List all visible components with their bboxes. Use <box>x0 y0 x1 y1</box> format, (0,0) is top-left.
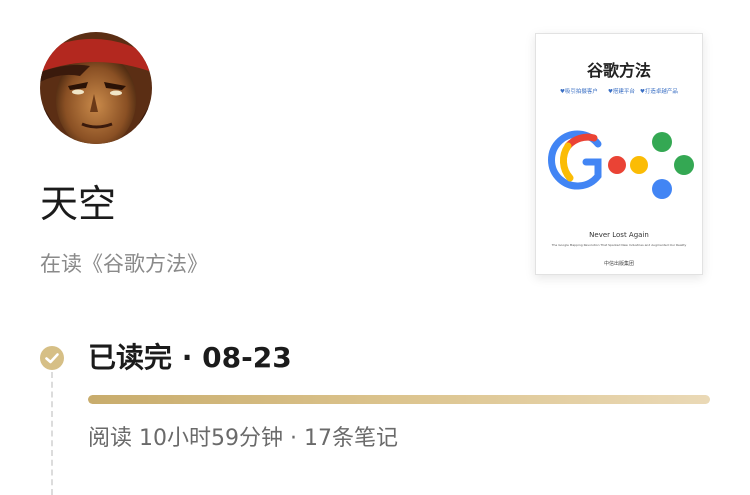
username: 天空 <box>40 182 117 226</box>
reading-progress-bar <box>88 395 710 404</box>
cover-tagline-2: ♥搭建平台 <box>608 87 635 95</box>
cover-tagline-3: ♥打造卓越产品 <box>640 87 678 95</box>
avatar-image <box>40 32 152 144</box>
reading-time: 阅读 10小时59分钟 <box>88 426 283 451</box>
cover-logo-letter-5: l <box>536 34 537 35</box>
cover-title: 谷歌方法 <box>587 61 651 80</box>
finished-status: 已读完 · 08-23 <box>88 336 292 380</box>
cover-english-title: Never Lost Again <box>589 231 649 239</box>
cover-logo-letter-3: o <box>536 34 537 35</box>
timeline-line <box>51 372 53 495</box>
notes-count: 17条笔记 <box>303 426 398 451</box>
cover-publisher: 中信出版集团 <box>604 260 634 267</box>
stats-separator: · <box>282 426 304 451</box>
cover-logo-letter-6: e <box>536 34 537 35</box>
cover-google-logo: G o o g l e <box>536 34 694 199</box>
reading-progress-fill <box>88 395 710 404</box>
reading-prefix: 在读 <box>40 252 82 276</box>
finished-separator: · <box>172 341 203 374</box>
cover-english-subtitle: The Google Mapping Revolution That Spark… <box>551 243 687 247</box>
book-cover[interactable]: 谷歌方法 ♥吸引拍摄客户 ♥搭建平台 ♥打造卓越产品 G o o g l e N… <box>535 33 703 275</box>
finished-date: 08-23 <box>202 341 292 374</box>
cover-tagline-1: ♥吸引拍摄客户 <box>560 87 598 95</box>
cover-logo-letter-1: G <box>536 34 537 35</box>
cover-logo-letter-2: o <box>536 34 537 35</box>
checkmark-icon <box>40 346 64 370</box>
avatar[interactable] <box>40 32 152 144</box>
finished-label: 已读完 <box>88 341 173 374</box>
reading-status[interactable]: 在读《谷歌方法》 <box>40 247 208 281</box>
cover-logo-letter-4: g <box>536 34 537 35</box>
reading-book-title: 《谷歌方法》 <box>82 252 208 276</box>
reading-stats[interactable]: 阅读 10小时59分钟 · 17条笔记 <box>88 420 398 458</box>
